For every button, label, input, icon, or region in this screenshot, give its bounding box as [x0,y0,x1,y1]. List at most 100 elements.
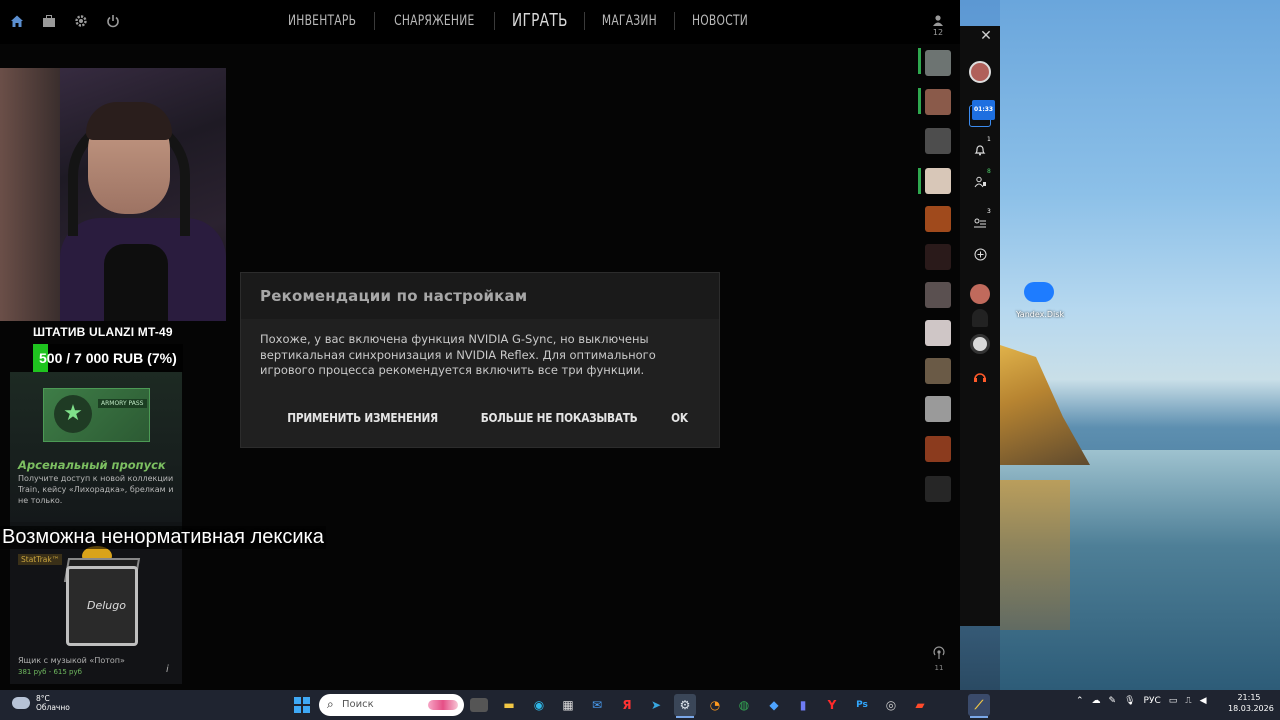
hooded-avatar[interactable] [968,306,992,330]
party-queue-button[interactable]: 3 [968,208,992,236]
cloud-icon [12,697,30,709]
music-kit-box-price: 381 руб - 615 руб [18,668,82,676]
monitor-icon[interactable]: ▭ [1169,696,1178,706]
language-indicator[interactable]: РУС [1144,696,1161,706]
party-badge: 3 [987,208,991,215]
music-kit-box-card[interactable]: StatTrak™ Delugo Ящик с музыкой «Потоп» … [10,538,182,684]
add-friend-button[interactable] [968,242,992,266]
friend-avatar[interactable] [925,358,951,384]
friend-avatar-overlay[interactable] [968,282,992,306]
app-icon-orange[interactable]: ◔ [704,694,726,716]
game-window: ИНВЕНТАРЬ СНАРЯЖЕНИЕ ИГРАТЬ МАГАЗИН НОВО… [0,0,960,690]
bar-chart-icon[interactable]: ▮ [792,694,814,716]
info-icon[interactable]: i [166,664,169,675]
friend-avatar[interactable] [925,436,951,462]
antenna-icon[interactable]: 11 [928,646,950,672]
yandex-disk-label: Yandex.Disk [1016,310,1065,319]
weather-widget[interactable]: 8°C Облачно [12,694,70,712]
yandex-disk-shortcut[interactable]: Yandex.Disk [1016,282,1065,321]
taskbar-clock[interactable]: 21:15 18.03.2026 [1228,692,1274,714]
user-count[interactable]: 12 [928,14,948,37]
bell-icon [974,145,986,156]
friend-avatar[interactable] [925,476,951,502]
headphones-icon[interactable] [968,364,992,388]
profile-avatar[interactable] [968,60,992,84]
network-icon[interactable]: ⎍ [1185,696,1191,706]
home-icon[interactable] [8,12,26,30]
mask-avatar[interactable] [968,332,992,356]
friends-button[interactable]: 8 [968,168,992,194]
friend-avatar[interactable] [925,89,951,115]
nav-loadout[interactable]: СНАРЯЖЕНИЕ [384,13,485,29]
nav-divider [493,11,495,30]
pen-icon[interactable]: ✎ [1109,696,1117,706]
volume-icon[interactable]: ◀ [1200,696,1207,706]
friend-avatar[interactable] [925,244,951,270]
friend-avatar[interactable] [925,168,951,194]
friend-avatar[interactable] [925,128,951,154]
nav-divider [374,11,376,30]
system-tray: ⌃ ☁ ✎ 🎙 РУС ▭ ⎍ ◀ [1076,696,1206,706]
game-topbar: ИНВЕНТАРЬ СНАРЯЖЕНИЕ ИГРАТЬ МАГАЗИН НОВО… [0,0,960,44]
armory-pass-card[interactable]: ★ ARMORY PASS Арсенальный пропуск Получи… [10,372,182,522]
microsoft-store-icon[interactable]: ▦ [557,694,579,716]
taskbar-search[interactable]: ⌕ Поиск [319,694,464,716]
star-icon: ★ [54,395,92,433]
cloud-icon [1024,282,1054,302]
dialog-title: Рекомендации по настройкам [260,287,528,305]
photoshop-icon[interactable]: Ps [851,694,873,716]
friend-avatar[interactable] [925,206,951,232]
telegram-icon[interactable]: ➤ [645,694,667,716]
yandex-icon[interactable]: Y [821,694,843,716]
main-nav: ИНВЕНТАРЬ СНАРЯЖЕНИЕ ИГРАТЬ МАГАЗИН НОВО… [270,10,765,31]
nav-news[interactable]: НОВОСТИ [682,13,758,29]
search-icon: ⌕ [327,697,334,711]
friend-avatar[interactable] [925,320,951,346]
nav-inventory[interactable]: ИНВЕНТАРЬ [278,13,367,29]
obs-icon[interactable]: ◎ [880,694,902,716]
microphone-icon[interactable]: 🎙 [1124,696,1135,706]
vs-timer: 01:33 [972,100,996,120]
dont-show-again-button[interactable]: БОЛЬШЕ НЕ ПОКАЗЫВАТЬ [481,411,638,425]
user-count-label: 12 [932,28,944,37]
nav-play[interactable]: ИГРАТЬ [502,10,578,31]
mail-icon[interactable]: ✉ [586,694,608,716]
power-icon[interactable] [104,12,122,30]
friend-avatar[interactable] [925,396,951,422]
chevron-up-icon[interactable]: ⌃ [1076,696,1084,706]
chrome-icon[interactable]: ◍ [733,694,755,716]
donation-progress-text: 500 / 7 000 RUB (7%) [39,350,177,366]
antenna-count: 11 [934,664,944,672]
file-explorer-icon[interactable]: ▬ [498,694,520,716]
friend-avatar[interactable] [925,50,951,76]
armory-pass-title: Арсенальный пропуск [18,458,166,472]
briefcase-icon[interactable] [40,12,58,30]
close-icon[interactable]: ✕ [978,28,994,44]
apply-changes-button[interactable]: ПРИМЕНИТЬ ИЗМЕНЕНИЯ [287,411,438,425]
app-icon-blue[interactable]: ◆ [763,694,785,716]
bell-badge: 1 [987,136,991,143]
nav-divider [674,11,676,30]
friends-list [918,44,960,690]
armory-pass-tag: ARMORY PASS [98,399,147,408]
network-app-icon[interactable]: ☁ [1092,696,1101,706]
vs-button[interactable]: VS 01:33 [968,100,996,128]
friend-avatar[interactable] [925,282,951,308]
case-box-label: Delugo [87,599,126,612]
windows-start-icon[interactable] [294,697,310,713]
friends-badge: 8 [987,168,991,175]
steam-icon[interactable]: ⚙ [674,694,696,716]
app-icon-yellow[interactable]: ⟋ [968,694,990,716]
stattrak-tag: StatTrak™ [18,554,63,565]
stream-warning-text: Возможна ненормативная лексика [0,526,326,549]
gear-icon[interactable] [72,12,90,30]
cs2-icon[interactable]: ▰ [909,694,931,716]
yandex-browser-icon[interactable]: Я [616,694,638,716]
ok-button[interactable]: OK [671,411,688,425]
notifications-button[interactable]: 1 [968,136,992,162]
task-view-icon[interactable] [470,698,488,712]
edge-icon[interactable]: ◉ [528,694,550,716]
top-left-icons [8,12,122,30]
music-kit-box-name: Ящик с музыкой «Потоп» [18,656,125,665]
nav-store[interactable]: МАГАЗИН [592,13,668,29]
